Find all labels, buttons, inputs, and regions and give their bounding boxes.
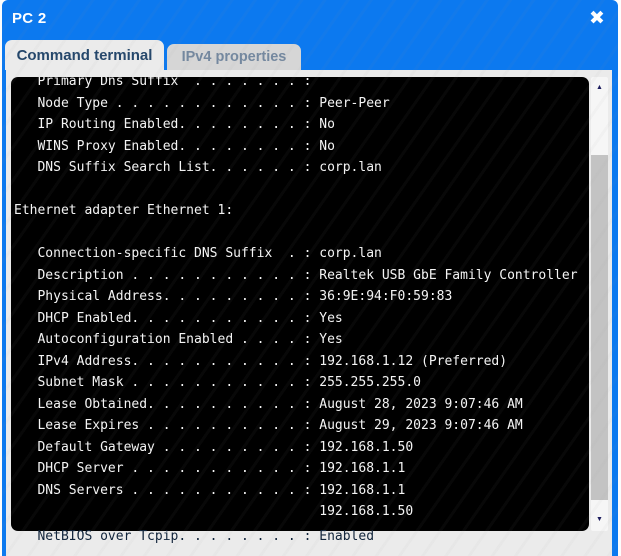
tab-ipv4-properties[interactable]: IPv4 properties <box>167 44 301 70</box>
scrollbar-thumb[interactable] <box>591 155 608 500</box>
terminal-output: Primary Dns Suffix . . . . . . . : Node … <box>11 77 589 523</box>
window-title: PC 2 <box>12 10 47 27</box>
tab-command-terminal[interactable]: Command terminal <box>5 40 164 70</box>
scroll-up-button[interactable]: ▲ <box>591 77 608 95</box>
terminal-scrollbar[interactable]: ▲ ▼ <box>591 77 608 531</box>
close-button[interactable]: ✖ <box>585 6 609 32</box>
app-window: PC 2 ✖ Command terminal IPv4 properties … <box>2 0 618 556</box>
terminal-clipped-line: NetBIOS over Tcpip. . . . . . . . : Enab… <box>14 526 374 548</box>
down-arrow-icon: ▼ <box>596 516 603 523</box>
close-icon: ✖ <box>589 8 605 29</box>
up-arrow-icon: ▲ <box>596 84 603 91</box>
terminal-panel: Primary Dns Suffix . . . . . . . : Node … <box>6 70 612 556</box>
terminal-screen[interactable]: Primary Dns Suffix . . . . . . . : Node … <box>11 77 589 531</box>
page: { "window": { "title": "PC 2", "close_ic… <box>0 0 621 540</box>
tab-ipv4-properties-label: IPv4 properties <box>182 49 287 65</box>
scroll-down-button[interactable]: ▼ <box>591 513 608 531</box>
tab-command-terminal-label: Command terminal <box>17 47 153 64</box>
